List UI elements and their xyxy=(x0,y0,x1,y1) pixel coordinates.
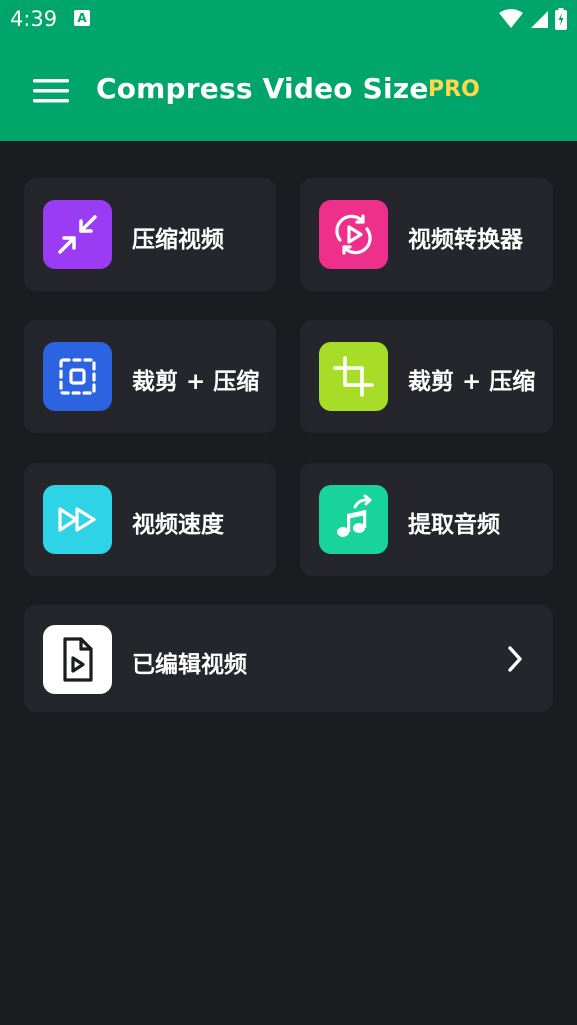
app-bar: 4:39 A Compress Video Size PRO xyxy=(0,0,577,141)
select-crop-icon xyxy=(43,342,112,411)
video-converter-card[interactable]: 视频转换器 xyxy=(300,178,553,291)
compress-video-label: 压缩视频 xyxy=(132,227,224,253)
video-file-icon xyxy=(43,625,112,694)
crop-icon xyxy=(319,342,388,411)
edited-videos-card[interactable]: 已编辑视频 xyxy=(24,605,553,712)
a-icon: A xyxy=(74,10,90,26)
chevron-right-icon[interactable] xyxy=(506,645,524,673)
compress-arrows-icon xyxy=(43,200,112,269)
video-speed-label: 视频速度 xyxy=(132,512,224,538)
wifi-icon xyxy=(499,9,523,28)
extract-audio-label: 提取音频 xyxy=(408,512,500,538)
extract-audio-card[interactable]: 提取音频 xyxy=(300,463,553,576)
status-time: 4:39 xyxy=(10,7,58,31)
pro-badge: PRO xyxy=(428,77,480,102)
status-icons xyxy=(499,8,567,30)
convert-play-icon xyxy=(319,200,388,269)
crop-compress-card-2[interactable]: 裁剪 + 压缩 xyxy=(300,320,553,433)
crop-compress-card-1[interactable]: 裁剪 + 压缩 xyxy=(24,320,276,433)
video-converter-label: 视频转换器 xyxy=(408,227,523,253)
hamburger-menu-icon[interactable] xyxy=(33,77,69,105)
music-extract-icon xyxy=(319,485,388,554)
app-title: Compress Video Size xyxy=(96,72,429,105)
signal-icon xyxy=(531,11,548,28)
video-speed-card[interactable]: 视频速度 xyxy=(24,463,276,576)
crop-compress-label-1: 裁剪 + 压缩 xyxy=(132,369,260,395)
edited-videos-label: 已编辑视频 xyxy=(132,652,247,678)
compress-video-card[interactable]: 压缩视频 xyxy=(24,178,276,291)
battery-icon xyxy=(555,8,567,30)
fast-forward-icon xyxy=(43,485,112,554)
crop-compress-label-2: 裁剪 + 压缩 xyxy=(408,369,536,395)
